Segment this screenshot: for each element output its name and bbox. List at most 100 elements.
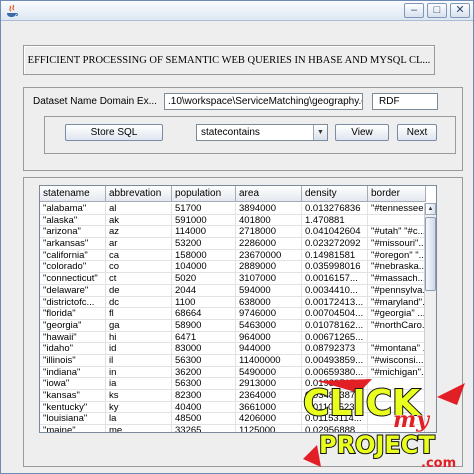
view-button[interactable]: View — [335, 124, 389, 141]
window-controls: ‒ □ ✕ — [404, 3, 470, 19]
column-header[interactable]: area — [236, 186, 302, 202]
minimize-button[interactable]: ‒ — [404, 3, 424, 18]
table-cell: "arkansas" — [40, 238, 106, 250]
table-cell: 23670000 — [236, 249, 302, 262]
table-cell: 0.0034410... — [302, 284, 368, 297]
table-cell: dc — [106, 296, 172, 309]
table-cell: 0.00671265... — [302, 331, 368, 344]
table-row[interactable]: "florida" fl 68664 9746000 0.00704504... "#ge… — [40, 308, 426, 320]
table-row[interactable]: "idaho" id 83000 944000 0.08792373 "#montana"… — [40, 343, 426, 355]
table-cell: 0.023272092 — [302, 238, 368, 250]
table-row[interactable]: "alabama" al 51700 3894000 0.013276836 "#tenn… — [40, 203, 426, 215]
table-row[interactable]: "arizona" az 114000 2718000 0.041042604 "#uta… — [40, 226, 426, 239]
table-cell: 104000 — [172, 261, 236, 274]
table-cell: 0.08792373 — [302, 343, 368, 355]
table-cell: 36200 — [172, 366, 236, 379]
svg-text:.com: .com — [421, 456, 456, 471]
app-window: ‒ □ ✕ EFFICIENT PROCESSING OF SEMANTIC W… — [0, 0, 474, 474]
chevron-down-icon[interactable]: ▼ — [313, 125, 327, 140]
table-cell: 4206000 — [236, 413, 302, 426]
table-cell: "#oregon" "... — [368, 249, 426, 262]
table-row[interactable]: "delaware" de 2044 594000 0.0034410... "#penn… — [40, 284, 426, 297]
table-cell: 0.00172413... — [302, 296, 368, 309]
table-cell: 1.470881 — [302, 214, 368, 227]
table-row[interactable]: "arkansas" ar 53200 2286000 0.023272092 "#mis… — [40, 238, 426, 250]
store-sql-button[interactable]: Store SQL — [65, 124, 163, 141]
controls-panel: Store SQL statecontains ▼ View Next — [44, 116, 456, 154]
table-cell: 56300 — [172, 354, 236, 367]
table-row[interactable]: "illinois" il 56300 11400000 0.00493859... "#… — [40, 354, 426, 367]
table-cell: "illinois" — [40, 354, 106, 367]
table-row[interactable]: "california" ca 158000 23670000 0.14981581 "#… — [40, 249, 426, 262]
table-cell: "#massach... — [368, 273, 426, 285]
table-cell: 83000 — [172, 343, 236, 355]
table-cell: fl — [106, 308, 172, 320]
table-cell: 401800 — [236, 214, 302, 227]
scroll-thumb[interactable] — [425, 217, 436, 291]
column-header[interactable]: density — [302, 186, 368, 202]
table-row[interactable]: "connecticut" ct 5020 3107000 0.0016157... "#… — [40, 273, 426, 285]
table-cell: co — [106, 261, 172, 274]
svg-text:PROJECT: PROJECT — [319, 431, 435, 459]
table-cell: "kansas" — [40, 390, 106, 402]
table-row[interactable]: "alaska" ak 591000 401800 1.470881 — [40, 214, 426, 227]
close-button[interactable]: ✕ — [450, 3, 470, 18]
java-app-icon — [7, 4, 18, 17]
table-row[interactable]: "colorado" co 104000 2889000 0.035998016 "#ne… — [40, 261, 426, 274]
maximize-button[interactable]: □ — [427, 3, 447, 18]
table-cell: "florida" — [40, 308, 106, 320]
next-button[interactable]: Next — [397, 124, 437, 141]
table-cell: il — [106, 354, 172, 367]
table-cell: hi — [106, 331, 172, 344]
table-cell: 3661000 — [236, 401, 302, 414]
table-cell: 5490000 — [236, 366, 302, 379]
dataset-path-field[interactable]: .10\workspace\ServiceMatching\geography.… — [164, 93, 363, 110]
table-cell: 964000 — [236, 331, 302, 344]
table-cell: "iowa" — [40, 378, 106, 390]
table-cell: "colorado" — [40, 261, 106, 274]
column-header[interactable]: abbrevation — [106, 186, 172, 202]
table-cell: "#pennsylva... — [368, 284, 426, 297]
table-row[interactable]: "georgia" ga 58900 5463000 0.01078162... "#no… — [40, 319, 426, 332]
table-cell: 5020 — [172, 273, 236, 285]
table-cell: "#nebraska... — [368, 261, 426, 274]
table-cell: 51700 — [172, 203, 236, 215]
column-header[interactable]: border — [368, 186, 426, 202]
table-cell: "districtofc... — [40, 296, 106, 309]
table-cell: 3894000 — [236, 203, 302, 215]
column-header[interactable]: statename — [40, 186, 106, 202]
table-cell: "#maryland"... — [368, 296, 426, 309]
table-cell: "california" — [40, 249, 106, 262]
property-select[interactable]: statecontains ▼ — [196, 124, 328, 141]
table-cell: ks — [106, 390, 172, 402]
table-cell: 0.035998016 — [302, 261, 368, 274]
maximize-icon: □ — [433, 4, 441, 16]
svg-text:my: my — [393, 407, 431, 433]
table-cell: "kentucky" — [40, 401, 106, 414]
table-row[interactable]: "hawaii" hi 6471 964000 0.00671265... — [40, 331, 426, 344]
table-cell: 944000 — [236, 343, 302, 355]
dataset-panel: Dataset Name Domain Ex... .10\workspace\… — [23, 87, 463, 171]
table-cell: 6471 — [172, 331, 236, 344]
table-cell: "maine" — [40, 425, 106, 432]
table-cell: 58900 — [172, 319, 236, 332]
table-cell: 2364000 — [236, 390, 302, 402]
table-cell: in — [106, 366, 172, 379]
table-row[interactable]: "districtofc... dc 1100 638000 0.00172413...… — [40, 296, 426, 309]
table-cell: ia — [106, 378, 172, 390]
table-cell: ca — [106, 249, 172, 262]
header-panel: EFFICIENT PROCESSING OF SEMANTIC WEB QUE… — [23, 45, 435, 75]
table-cell — [368, 331, 426, 344]
scroll-up-icon[interactable]: ▲ — [425, 203, 436, 215]
table-cell: ky — [106, 401, 172, 414]
format-field[interactable]: RDF — [372, 93, 438, 110]
table-cell: "#montana" ... — [368, 343, 426, 355]
table-cell: ga — [106, 319, 172, 332]
page-title: EFFICIENT PROCESSING OF SEMANTIC WEB QUE… — [27, 54, 431, 66]
table-cell: "#wisconsi... — [368, 354, 426, 367]
table-cell: 638000 — [236, 296, 302, 309]
column-header[interactable]: population — [172, 186, 236, 202]
table-cell: 2044 — [172, 284, 236, 297]
table-cell: "indiana" — [40, 366, 106, 379]
title-bar[interactable]: ‒ □ ✕ — [1, 1, 473, 21]
